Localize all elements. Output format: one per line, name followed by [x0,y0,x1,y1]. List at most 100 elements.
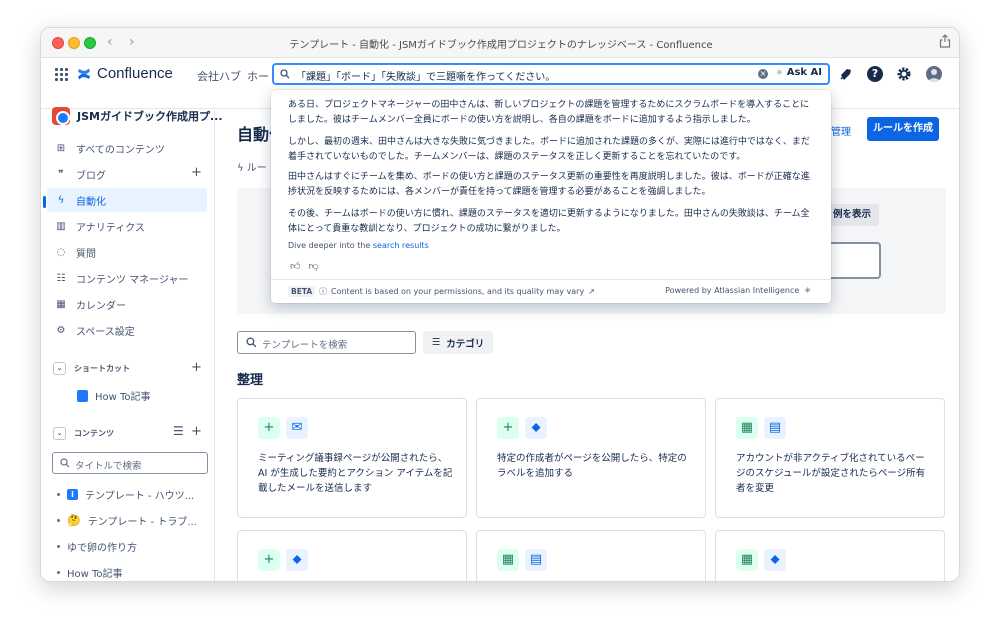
tree-item[interactable]: How To記事 [57,565,123,580]
share-icon[interactable] [939,34,951,48]
confluence-logo-text: Confluence [97,65,173,82]
shortcut-item[interactable]: How To記事 [77,388,151,403]
app-switcher-icon[interactable] [55,68,69,82]
tree-item-label: テンプレート - トラブ... [87,517,197,528]
sidebar-item-label: スペース設定 [76,326,135,338]
content-label: コンテンツ [74,429,114,438]
sidebar-item-label: 質問 [76,248,96,260]
sidebar-item-space-settings[interactable]: ⚙ スペース設定 [47,318,207,342]
user-avatar[interactable] [926,66,942,82]
sidebar-item-blog[interactable]: ❞ ブログ [47,162,207,186]
ai-answer-paragraph: その後、チームはボードの使い方に慣れ、課題のステータスを適切に更新するようになり… [288,209,810,234]
shortcuts-section-header[interactable]: ⌄ ショートカット [53,362,130,375]
sidebar-item-label: アナリティクス [76,222,145,234]
sidebar-item-content-manager[interactable]: ☷ コンテンツ マネージャー [47,266,207,290]
thumbs-up-icon[interactable]: 👍︎ [290,260,300,272]
add-shortcut-icon[interactable]: + [191,360,202,375]
powered-by: Powered by Atlassian Intelligence ✳ [665,286,811,295]
all-content-icon: ⊞ [56,142,66,154]
search-input[interactable]: 「課題」「ボード」「失敗談」で三題噺を作ってください。 × ✳ Ask AI [272,63,830,85]
sidebar-item-automation[interactable]: ϟ 自動化 [47,188,207,212]
zoom-window-button[interactable] [84,37,96,49]
show-examples-button[interactable]: 例を表示 [825,204,879,226]
template-card[interactable]: ▦ ⬥ [715,530,945,581]
tag-icon: ⬥ [286,549,308,571]
document-icon: ▤ [764,417,786,439]
title-search-input[interactable]: タイトルで検索 [52,452,208,474]
tree-item-label: ゆで卵の作り方 [67,543,137,554]
page-icon [77,389,88,402]
content-section-header[interactable]: ⌄ コンテンツ [53,427,114,440]
sidebar-item-analytics[interactable]: ▥ アナリティクス [47,214,207,238]
filter-icon[interactable]: ☰ [173,424,184,438]
thinking-face-icon: 🤔 [67,514,81,527]
app-window: ‹ › テンプレート - 自動化 - JSMガイドブック作成用プロジェクトのナレ… [40,27,960,582]
powered-by-text: Powered by Atlassian Intelligence [665,286,800,295]
ask-ai-label: Ask AI [786,67,822,78]
info-icon: ⓘ [319,287,327,296]
chevron-down-icon[interactable]: ⌄ [53,362,66,375]
sidebar-item-questions[interactable]: ◌ 質問 [47,240,207,264]
calendar-icon: ▦ [497,549,519,571]
help-icon[interactable]: ? [867,66,883,82]
template-card[interactable]: ▦ ▤ アカウントが非アクティブ化されているページのスケジュールが設定されたらペ… [715,398,945,518]
calendar-icon: ▦ [736,417,758,439]
template-description: 特定の作成者がページを公開したら、特定のラベルを追加する [497,453,687,479]
close-window-button[interactable] [52,37,64,49]
chevron-down-icon[interactable]: ⌄ [53,427,66,440]
shortcuts-label: ショートカット [74,364,130,373]
calendar-icon: ▦ [736,549,758,571]
tree-item[interactable]: i テンプレート - ハウツ... [57,487,194,502]
space-avatar-icon [52,107,70,125]
create-rule-button[interactable]: ルールを作成 [867,117,939,141]
lightning-icon: ϟ [237,163,247,174]
tree-item[interactable]: ゆで卵の作り方 [57,539,137,554]
lightning-icon: ϟ [57,194,65,206]
template-search-input[interactable]: テンプレートを検索 [237,331,416,354]
tab-rules[interactable]: ϟ ルー [237,159,267,174]
template-card[interactable]: + ⬥ 特定の作成者がページを公開したら、特定のラベルを追加する [476,398,706,518]
sidebar-item-calendar[interactable]: ▦ カレンダー [47,292,207,316]
minimize-window-button[interactable] [68,37,80,49]
search-icon [246,337,257,348]
search-results-link[interactable]: search results [373,241,429,250]
tree-item[interactable]: 🤔 テンプレート - トラブ... [57,513,197,528]
ask-ai-button[interactable]: ✳ Ask AI [776,67,822,78]
title-bar: ‹ › テンプレート - 自動化 - JSMガイドブック作成用プロジェクトのナレ… [41,28,959,58]
disclaimer[interactable]: ⓘ Content is based on your permissions, … [319,286,595,297]
template-description: ミーティング議事録ページが公開されたら、AI が生成した要約とアクション アイテ… [258,453,453,494]
sidebar-item-label: 自動化 [76,196,106,208]
back-arrow-icon[interactable]: ‹ [107,34,113,50]
template-card[interactable]: + ⬥ [237,530,467,581]
ai-answer-popup: ある日、プロジェクトマネージャーの田中さんは、新しいプロジェクトの課題を管理する… [271,90,831,303]
template-search-placeholder: テンプレートを検索 [262,340,348,351]
confluence-logo[interactable]: Confluence [77,65,173,82]
nav-link-home[interactable]: ホー [247,68,269,84]
tab-rules-label: ルー [246,163,267,174]
active-indicator [43,196,46,208]
mail-icon: ✉ [286,417,308,439]
notification-bell-icon[interactable] [838,66,854,82]
title-search-placeholder: タイトルで検索 [75,461,142,472]
settings-gear-icon[interactable] [896,66,912,82]
manage-link[interactable]: 管理 [831,123,851,138]
sidebar-item-all-content[interactable]: ⊞ すべてのコンテンツ [47,136,207,160]
clear-search-icon[interactable]: × [758,69,768,79]
sidebar-item-label: ブログ [76,170,106,182]
question-bubble-icon: ◌ [56,246,66,258]
forward-arrow-icon[interactable]: › [129,34,135,50]
category-button[interactable]: ☰ カテゴリ [423,331,493,354]
add-blog-icon[interactable]: + [191,165,202,180]
template-card[interactable]: ▦ ▤ [476,530,706,581]
thumbs-down-icon[interactable]: 👎︎ [308,260,318,272]
search-icon [280,69,290,79]
template-card[interactable]: + ✉ ミーティング議事録ページが公開されたら、AI が生成した要約とアクション… [237,398,467,518]
nav-link-company-hub[interactable]: 会社ハブ [197,68,241,84]
bullet-icon [57,571,60,574]
tag-icon: ⬥ [525,417,547,439]
template-description: アカウントが非アクティブ化されているページのスケジュールが設定されたらページ所有… [736,453,926,494]
add-content-icon[interactable]: + [191,424,202,439]
category-label: カテゴリ [446,338,485,350]
sparkle-icon: ✳ [776,68,783,77]
space-header[interactable]: JSMガイドブック作成用プ... [52,107,223,125]
